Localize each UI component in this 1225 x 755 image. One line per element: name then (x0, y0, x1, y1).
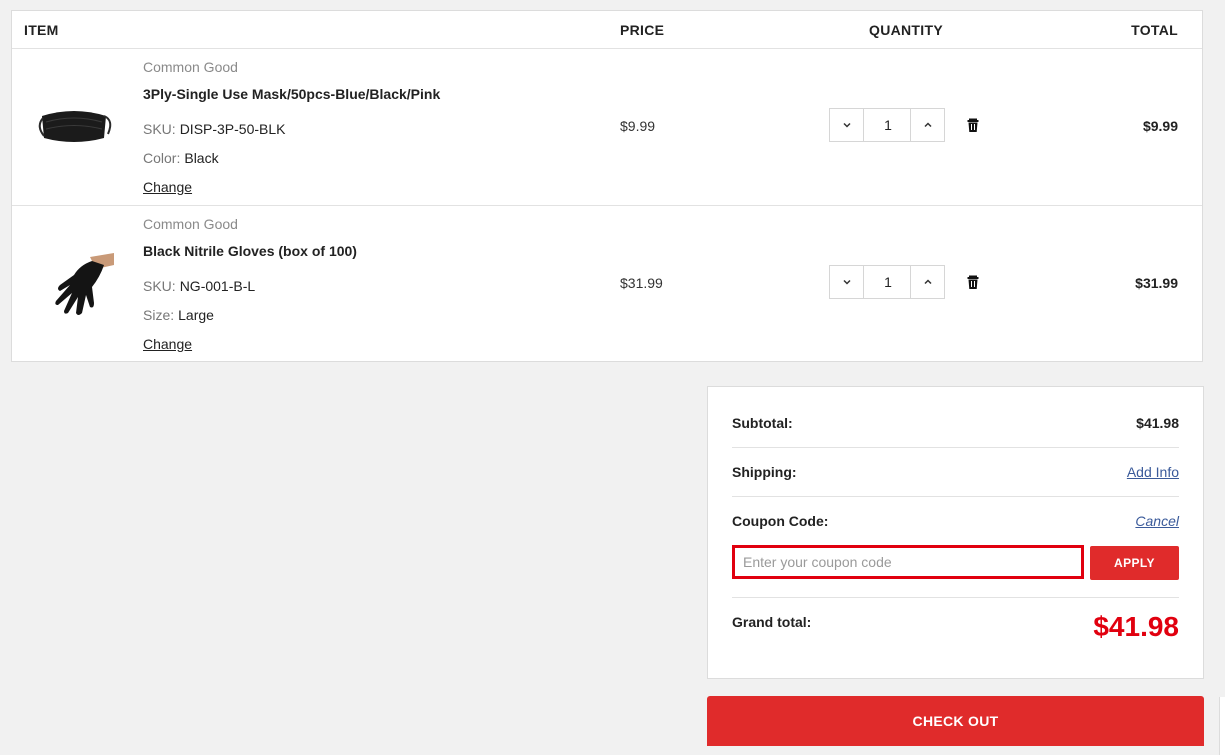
item-name[interactable]: 3Ply-Single Use Mask/50pcs-Blue/Black/Pi… (143, 86, 440, 102)
cart-table: ITEM PRICE QUANTITY TOTAL Common Good 3P… (11, 10, 1203, 362)
item-sku: SKU: DISP-3P-50-BLK (143, 121, 286, 137)
color-value: Black (184, 150, 219, 166)
checkout-button[interactable]: CHECK OUT (707, 696, 1204, 746)
divider (732, 496, 1179, 497)
subtotal-label: Subtotal: (732, 415, 793, 431)
shipping-label: Shipping: (732, 464, 797, 480)
quantity-value[interactable]: 1 (864, 109, 912, 141)
sku-value: DISP-3P-50-BLK (179, 121, 286, 137)
trash-icon[interactable] (965, 117, 981, 133)
size-label: Size: (143, 307, 175, 323)
item-price: $9.99 (620, 118, 656, 134)
decrease-quantity-button[interactable] (830, 109, 864, 141)
coupon-label: Coupon Code: (732, 513, 829, 529)
cart-table-header: ITEM PRICE QUANTITY TOTAL (12, 11, 1202, 49)
quantity-stepper: 1 (829, 108, 945, 142)
item-name[interactable]: Black Nitrile Gloves (box of 100) (143, 243, 357, 259)
subtotal-value: $41.98 (1136, 415, 1179, 431)
sku-value: NG-001-B-L (179, 278, 256, 294)
cancel-coupon-link[interactable]: Cancel (1135, 513, 1179, 529)
quantity-value[interactable]: 1 (864, 266, 912, 298)
quantity-stepper: 1 (829, 265, 945, 299)
total-column-header: TOTAL (1131, 22, 1178, 38)
item-color: Color: Black (143, 150, 219, 166)
cart-item-row: Common Good 3Ply-Single Use Mask/50pcs-B… (12, 48, 1202, 206)
size-value: Large (178, 307, 214, 323)
quantity-column-header: QUANTITY (869, 22, 943, 38)
cart-item-row: Common Good Black Nitrile Gloves (box of… (12, 205, 1202, 362)
item-column-header: ITEM (24, 22, 59, 38)
coupon-code-input[interactable] (732, 545, 1084, 579)
increase-quantity-button[interactable] (910, 266, 944, 298)
increase-quantity-button[interactable] (910, 109, 944, 141)
divider (732, 597, 1179, 598)
change-link[interactable]: Change (143, 179, 192, 195)
item-price: $31.99 (620, 275, 663, 291)
price-column-header: PRICE (620, 22, 665, 38)
adjacent-panel-edge (1219, 697, 1225, 755)
divider (732, 447, 1179, 448)
order-summary: Subtotal: $41.98 Shipping: Add Info Coup… (707, 386, 1204, 679)
sku-label: SKU: (143, 121, 176, 137)
nitrile-glove-image (55, 253, 114, 315)
face-mask-image (38, 111, 112, 142)
apply-coupon-button[interactable]: APPLY (1090, 546, 1179, 580)
item-total: $9.99 (1142, 118, 1178, 134)
grand-total-label: Grand total: (732, 614, 812, 630)
color-label: Color: (143, 150, 181, 166)
item-brand: Common Good (143, 59, 238, 75)
chevron-up-icon (923, 279, 932, 285)
decrease-quantity-button[interactable] (830, 266, 864, 298)
grand-total-value: $41.98 (1093, 611, 1179, 642)
item-size: Size: Large (143, 307, 214, 323)
trash-icon[interactable] (965, 274, 981, 290)
item-brand: Common Good (143, 216, 238, 232)
change-link[interactable]: Change (143, 336, 192, 352)
item-sku: SKU: NG-001-B-L (143, 278, 255, 294)
chevron-up-icon (923, 122, 932, 128)
sku-label: SKU: (143, 278, 176, 294)
chevron-down-icon (842, 122, 851, 128)
item-total: $31.99 (1135, 275, 1178, 291)
add-shipping-info-link[interactable]: Add Info (1127, 464, 1179, 480)
chevron-down-icon (842, 279, 851, 285)
